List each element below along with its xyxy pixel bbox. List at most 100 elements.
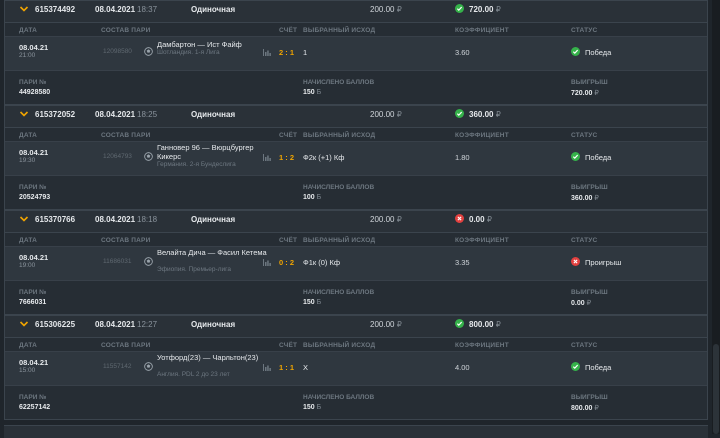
football-icon [144, 362, 153, 371]
statistics-icon[interactable] [263, 154, 271, 161]
win-label: ВЫИГРЫШ [571, 394, 608, 401]
bet-date: 08.04.2021 [95, 320, 136, 329]
col-header-outcome: ВЫБРАННЫЙ ИСХОД [303, 132, 376, 139]
chevron-down-icon[interactable] [19, 319, 29, 329]
win-label: ВЫИГРЫШ [571, 79, 608, 86]
chevron-down-icon[interactable] [19, 109, 29, 119]
event-league: Германия. 2-я Бундеслига [157, 161, 236, 168]
event-coef: 1.80 [455, 153, 470, 162]
pair-number: 62257142 [19, 404, 51, 411]
bet-card[interactable]: 615306225 08.04.2021 12:27 Одиночная 200… [4, 315, 708, 420]
col-header-status: СТАТУС [571, 132, 598, 139]
bet-card-partial[interactable] [4, 425, 708, 438]
bet-type: Одиночная [191, 110, 236, 119]
success-check-icon [571, 47, 580, 56]
event-score: 2 : 1 [279, 48, 295, 57]
pair-number-label: ПАРИ № [19, 79, 47, 86]
col-header-coef: КОЭФФИЦИЕНТ [455, 237, 509, 244]
scrollbar[interactable] [712, 0, 720, 434]
event-id: 11557142 [103, 363, 132, 370]
bet-id: 615374492 [35, 5, 76, 14]
chevron-down-icon[interactable] [19, 214, 29, 224]
statistics-icon[interactable] [263, 259, 271, 266]
event-coef: 3.35 [455, 258, 470, 267]
pair-number: 7666031 [19, 299, 47, 306]
points-value: 150 Б [303, 89, 322, 96]
col-header-date: ДАТА [19, 27, 38, 34]
bet-time: 18:25 [137, 110, 158, 119]
bet-type: Одиночная [191, 5, 236, 14]
col-header-outcome: ВЫБРАННЫЙ ИСХОД [303, 27, 376, 34]
win-value: 720.00 ₽ [571, 90, 599, 97]
bet-card[interactable]: 615370766 08.04.2021 18:18 Одиночная 200… [4, 210, 708, 315]
win-value: 360.00 ₽ [571, 195, 599, 202]
bet-card[interactable]: 615372052 08.04.2021 18:25 Одиночная 200… [4, 105, 708, 210]
win-label: ВЫИГРЫШ [571, 289, 608, 296]
col-header-score: СЧЁТ [279, 132, 298, 139]
event-id: 11686031 [103, 258, 132, 265]
event-league: Шотландия. 1-я Лига [157, 49, 220, 56]
bet-amount: 200.00 ₽ [370, 320, 402, 329]
football-icon [144, 47, 153, 56]
bet-time: 12:27 [137, 320, 158, 329]
event-outcome: 1 [303, 48, 308, 57]
event-name[interactable]: Уотфорд(23) — Чарльтон(23) [157, 353, 267, 363]
points-label: НАЧИСЛЕНО БАЛЛОВ [303, 289, 375, 296]
event-date: 08.04.21 [19, 43, 49, 52]
fail-cross-icon [455, 214, 465, 224]
col-header-status: СТАТУС [571, 27, 598, 34]
bet-type: Одиночная [191, 215, 236, 224]
event-time: 15:00 [19, 367, 36, 374]
points-value: 150 Б [303, 299, 322, 306]
col-header-date: ДАТА [19, 237, 38, 244]
bet-result: 720.00 ₽ [469, 5, 501, 14]
col-header-status: СТАТУС [571, 342, 598, 349]
bet-header[interactable]: 615372052 08.04.2021 18:25 Одиночная 200… [5, 106, 707, 128]
event-id: 12064793 [103, 153, 132, 160]
statistics-icon[interactable] [263, 364, 271, 371]
col-header-date: ДАТА [19, 342, 38, 349]
event-score: 0 : 2 [279, 258, 295, 267]
bet-header[interactable]: 615306225 08.04.2021 12:27 Одиночная 200… [5, 316, 707, 338]
bet-result: 0.00 ₽ [469, 215, 492, 224]
event-score: 1 : 2 [279, 153, 295, 162]
event-name[interactable]: Ганновер 96 — Вюрцбургер Кикерс [157, 143, 267, 161]
col-header-pair: СОСТАВ ПАРИ [101, 132, 151, 139]
bet-header[interactable]: 615370766 08.04.2021 18:18 Одиночная 200… [5, 211, 707, 233]
event-date: 08.04.21 [19, 253, 49, 262]
event-name[interactable]: Велайта Дича — Фасил Кетема [157, 248, 267, 258]
bet-header[interactable]: 615374492 08.04.2021 18:37 Одиночная 200… [5, 1, 707, 23]
bet-amount: 200.00 ₽ [370, 5, 402, 14]
pair-number-label: ПАРИ № [19, 394, 47, 401]
chevron-down-icon[interactable] [19, 4, 29, 14]
bet-card[interactable]: 615374492 08.04.2021 18:37 Одиночная 200… [4, 0, 708, 105]
event-time: 19:30 [19, 157, 36, 164]
col-header-pair: СОСТАВ ПАРИ [101, 27, 151, 34]
football-icon [144, 257, 153, 266]
bet-id: 615372052 [35, 110, 76, 119]
pair-number: 20524793 [19, 194, 51, 201]
win-label: ВЫИГРЫШ [571, 184, 608, 191]
event-date: 08.04.21 [19, 148, 49, 157]
scrollbar-thumb[interactable] [713, 344, 719, 434]
col-header-coef: КОЭФФИЦИЕНТ [455, 132, 509, 139]
bet-result: 360.00 ₽ [469, 110, 501, 119]
event-time: 21:00 [19, 52, 36, 59]
col-header-outcome: ВЫБРАННЫЙ ИСХОД [303, 237, 376, 244]
event-outcome: Ф1к (0) Кф [303, 258, 341, 267]
bet-amount: 200.00 ₽ [370, 110, 402, 119]
event-league: Англия. PDL 2 до 23 лет [157, 371, 230, 378]
event-time: 19:00 [19, 262, 36, 269]
statistics-icon[interactable] [263, 49, 271, 56]
col-header-pair: СОСТАВ ПАРИ [101, 342, 151, 349]
bet-result: 800.00 ₽ [469, 320, 501, 329]
points-label: НАЧИСЛЕНО БАЛЛОВ [303, 184, 375, 191]
col-header-coef: КОЭФФИЦИЕНТ [455, 342, 509, 349]
event-outcome: X [303, 363, 309, 372]
bet-time: 18:37 [137, 5, 158, 14]
pair-number-label: ПАРИ № [19, 289, 47, 296]
col-header-outcome: ВЫБРАННЫЙ ИСХОД [303, 342, 376, 349]
col-header-date: ДАТА [19, 132, 38, 139]
event-outcome: Ф2к (+1) Кф [303, 153, 345, 162]
event-league: Эфиопия. Премьер-лига [157, 266, 231, 273]
